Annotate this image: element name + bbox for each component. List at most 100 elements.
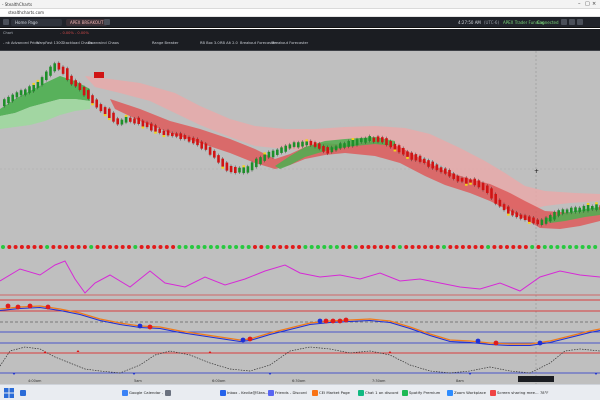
signal-dot-red xyxy=(32,245,37,249)
taskbar-item-market-page[interactable]: CEI Market Page xyxy=(312,388,350,398)
signal-dot-green xyxy=(397,245,402,249)
taskbar-item-spotify[interactable]: Spotify Premium xyxy=(402,388,440,398)
candle-body xyxy=(171,132,174,137)
candle-body xyxy=(137,117,140,124)
candle-body xyxy=(87,90,90,99)
candle-body xyxy=(591,206,594,210)
add-tab-icon[interactable] xyxy=(104,19,110,25)
study-label[interactable]: RB Alt 2.0 xyxy=(220,40,238,46)
taskbar-item-google-calendar[interactable]: Google Calendar - xyxy=(122,388,163,398)
osc-dot-red xyxy=(27,303,33,309)
orange-signal-line xyxy=(0,305,600,345)
candle-body xyxy=(3,99,6,107)
osc-dot-red xyxy=(5,303,11,309)
start-menu-icon[interactable] xyxy=(4,388,14,398)
taskbar-item[interactable] xyxy=(20,388,100,398)
study-label[interactable]: Range Breaker xyxy=(152,40,178,46)
chart-canvas[interactable]: + 4:00am 5am 6:00am 6:30am 7:30am 8am xyxy=(0,51,600,384)
signal-dot-red xyxy=(152,245,157,249)
browser-tab-stealthcharts[interactable]: - StealthCharts xyxy=(2,1,32,8)
taskbar-item-zoom[interactable]: Zoom Workplace xyxy=(447,388,486,398)
browser-tab-strip: - StealthCharts – □ × xyxy=(0,0,600,9)
signal-dot-red xyxy=(271,245,276,249)
layout-icon[interactable] xyxy=(569,19,575,25)
candle-body xyxy=(318,143,321,149)
study-label[interactable]: Breakout Forecaster xyxy=(240,40,276,46)
candle-body xyxy=(486,185,489,193)
candle-body xyxy=(389,141,392,148)
osc2-dots xyxy=(5,303,543,346)
taskbar-label: Friends - Discord xyxy=(275,390,307,395)
osc-dot-blue xyxy=(137,323,143,329)
signal-dot-red xyxy=(95,245,100,249)
candle-body xyxy=(91,95,94,104)
minimize-icon[interactable]: – xyxy=(578,1,581,8)
study-label[interactable]: WarpFast 130C xyxy=(36,40,63,46)
signal-dot-green xyxy=(316,245,320,249)
taskbar-label: Google Calendar - xyxy=(129,390,164,395)
crosshair-time-label xyxy=(518,376,554,382)
study-label[interactable]: RB Box 3.0 xyxy=(200,40,220,46)
arrow-down-icon xyxy=(594,373,598,375)
screen-share-icon xyxy=(490,390,496,396)
signal-dot-red xyxy=(517,245,522,249)
address-bar[interactable]: stealthcharts.com xyxy=(0,9,600,17)
signal-dot-green xyxy=(221,245,226,249)
signal-dot-red xyxy=(511,245,516,249)
signal-dot-green xyxy=(246,245,251,249)
candle-body xyxy=(360,138,363,143)
signal-dot-green xyxy=(593,245,598,249)
candle-body xyxy=(498,199,502,207)
signal-dot-red xyxy=(19,245,24,249)
candle-body xyxy=(103,107,107,115)
candle-body xyxy=(368,136,371,141)
signal-dot-red xyxy=(536,245,541,249)
candle-body xyxy=(11,94,14,102)
candle-body xyxy=(418,155,422,162)
signal-dot-red xyxy=(341,245,346,249)
arrow-down-icon xyxy=(132,373,136,375)
signal-marker xyxy=(469,182,472,185)
signal-dot-red xyxy=(171,245,176,249)
signal-dot-red xyxy=(492,245,497,249)
taskbar-item[interactable] xyxy=(165,388,205,398)
arrow-up-icon xyxy=(76,350,80,352)
taskbar-item-screen-share[interactable]: Screen sharing mee... xyxy=(490,388,539,398)
signal-marker xyxy=(263,152,266,155)
close-icon[interactable]: × xyxy=(592,1,596,8)
candle-body xyxy=(595,204,598,210)
osc-dot-red xyxy=(330,318,336,324)
candle-body xyxy=(183,135,187,140)
candle-body xyxy=(536,219,539,225)
candle-body xyxy=(561,209,565,214)
menu-icon[interactable] xyxy=(3,19,9,25)
taskbar-item-chat[interactable]: Chat 1 on discord xyxy=(358,388,398,398)
taskbar-item-discord[interactable]: Friends - Discord xyxy=(268,388,307,398)
tab-home-page[interactable]: Home Page xyxy=(11,19,42,26)
study-label[interactable]: Downwind Chaos xyxy=(88,40,119,46)
weather-readout[interactable]: 78°F xyxy=(540,390,548,396)
price-chart[interactable]: + 4:00am 5am 6:00am 6:30am 7:30am 8am xyxy=(0,51,600,384)
taskbar-item-inbox[interactable]: Inbox - Kevila@Stea... xyxy=(220,388,268,398)
candle-body xyxy=(49,66,52,76)
study-label[interactable]: Breakout Forecaster xyxy=(272,40,308,46)
signal-dot-green xyxy=(202,245,207,249)
signal-dot-red xyxy=(454,245,459,249)
settings-icon[interactable] xyxy=(561,19,567,25)
tab-apex-breakout[interactable]: APEX BREAKOUT xyxy=(66,19,108,26)
study-label[interactable]: - nk Advanced Price xyxy=(3,40,39,46)
candle-body xyxy=(40,77,44,85)
signal-dot-red xyxy=(379,245,383,249)
candle-body xyxy=(250,162,254,171)
maximize-icon[interactable]: □ xyxy=(585,1,590,8)
tab-blank[interactable] xyxy=(40,19,62,26)
osc-dot-red xyxy=(147,324,153,330)
signal-dot-red xyxy=(410,245,415,249)
os-taskbar: Google Calendar - Inbox - Kevila@Stea...… xyxy=(0,384,600,400)
candle-body xyxy=(200,141,203,149)
user-icon[interactable] xyxy=(577,19,583,25)
candle-body xyxy=(120,119,124,125)
candle-body xyxy=(57,62,61,70)
app-toolbar: Home Page APEX BREAKOUT 4:27:50 AM (UTC-… xyxy=(0,17,600,28)
signal-badge[interactable] xyxy=(94,72,104,78)
